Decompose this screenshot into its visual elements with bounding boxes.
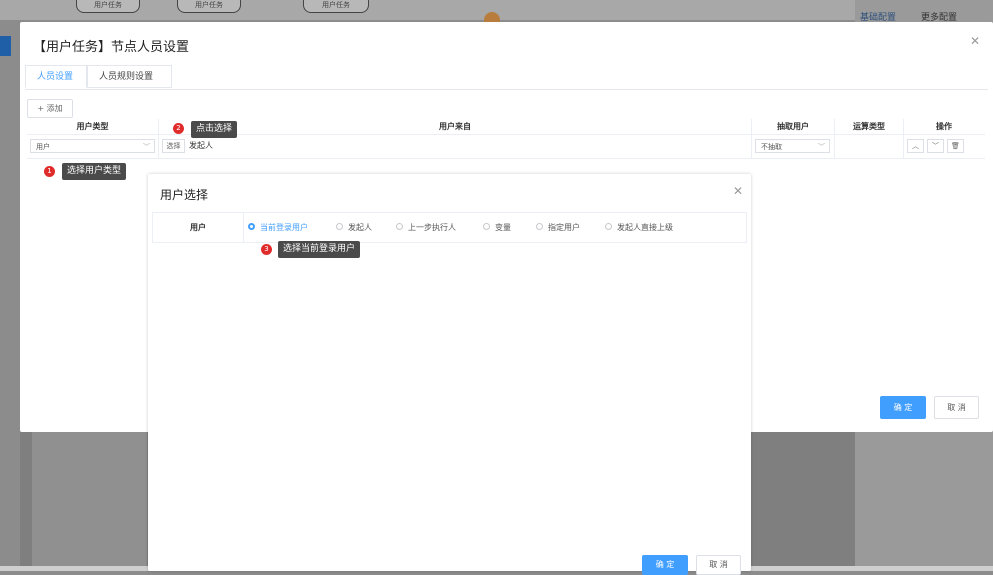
col-operation-type: 运算类型 (835, 119, 904, 134)
user-from-value: 发起人 (189, 141, 213, 150)
user-row-label: 用户 (153, 213, 244, 242)
radio-initiator-superior[interactable]: 发起人直接上级 (605, 223, 673, 232)
radio-dot-icon (248, 223, 255, 230)
dialog1-ok-button[interactable]: 确 定 (880, 396, 926, 419)
col-user-from: 用户来自 (159, 119, 752, 134)
extract-select[interactable]: 不抽取 ﹀ (755, 139, 830, 153)
radio-initiator[interactable]: 发起人 (336, 223, 372, 232)
tab-bar: 人员设置 人员规则设置 (25, 65, 988, 90)
tooltip-select-current-user: 选择当前登录用户 (278, 241, 361, 258)
step-badge-3: 3 (261, 244, 272, 255)
radio-dot-icon (336, 223, 343, 230)
radio-label: 指定用户 (548, 223, 580, 232)
table-header: 用户类型 用户来自 抽取用户 运算类型 操作 (27, 119, 985, 135)
cell-user-from: 选择 发起人 (159, 135, 752, 158)
bg-node-circle (484, 12, 500, 22)
radio-label: 发起人 (348, 223, 372, 232)
delete-button[interactable]: 🗑 (947, 139, 964, 153)
radio-dot-icon (605, 223, 612, 230)
bg-node-pill: 用户任务 (177, 0, 241, 13)
step-badge-1: 1 (44, 166, 55, 177)
table-row: 用户 ﹀ 选择 发起人 不抽取 ﹀ ︿ ﹀ 🗑 (27, 135, 985, 159)
radio-label: 上一步执行人 (408, 223, 456, 232)
tooltip-select-user-type: 选择用户类型 (62, 163, 127, 180)
chevron-down-icon: ﹀ (818, 143, 825, 151)
radio-dot-icon (396, 223, 403, 230)
cell-operation-type (835, 135, 904, 158)
select-user-button[interactable]: 选择 (162, 139, 185, 153)
add-button[interactable]: + 添加 (27, 99, 73, 118)
chevron-down-icon: ﹀ (932, 142, 939, 150)
user-type-value: 用户 (36, 143, 50, 151)
bg-canvas-panel (32, 432, 147, 571)
user-select-dialog: 用户选择 ✕ 用户 当前登录用户 发起人 上一步执行人 变量 指定用户 发起人直… (148, 174, 751, 575)
radio-label: 发起人直接上级 (617, 223, 673, 232)
user-table: 用户类型 用户来自 抽取用户 运算类型 操作 用户 ﹀ 选择 发起人 不抽取 ﹀ (27, 119, 985, 159)
bg-sidebar-marker (0, 36, 11, 56)
radio-current-user[interactable]: 当前登录用户 (248, 223, 308, 232)
radio-specified-user[interactable]: 指定用户 (536, 223, 580, 232)
dialog-title: 用户选择 (160, 188, 209, 202)
radio-dot-icon (483, 223, 490, 230)
bg-node-pill: 用户任务 (303, 0, 369, 13)
dialog1-cancel-button[interactable]: 取 消 (934, 396, 979, 419)
radio-label: 当前登录用户 (260, 223, 308, 232)
tab-user-settings[interactable]: 人员设置 (25, 65, 87, 88)
tooltip-click-select: 点击选择 (191, 121, 238, 138)
close-icon[interactable]: ✕ (733, 184, 743, 198)
trash-icon: 🗑 (951, 142, 960, 150)
move-up-button[interactable]: ︿ (907, 139, 924, 153)
radio-variable[interactable]: 变量 (483, 223, 511, 232)
dialog2-cancel-button[interactable]: 取 消 (696, 555, 741, 575)
bg-node-pill: 用户任务 (76, 0, 140, 13)
col-extract-user: 抽取用户 (752, 119, 835, 134)
radio-dot-icon (536, 223, 543, 230)
cell-extract: 不抽取 ﹀ (752, 135, 835, 158)
user-type-select[interactable]: 用户 ﹀ (30, 139, 155, 153)
dialog-title: 【用户任务】节点人员设置 (33, 40, 190, 55)
user-source-row: 用户 当前登录用户 发起人 上一步执行人 变量 指定用户 发起人直接上级 (152, 212, 747, 243)
chevron-up-icon: ︿ (912, 142, 919, 150)
radio-label: 变量 (495, 223, 511, 232)
extract-value: 不抽取 (761, 143, 782, 151)
col-user-type: 用户类型 (27, 119, 159, 134)
move-down-button[interactable]: ﹀ (927, 139, 944, 153)
dialog2-ok-button[interactable]: 确 定 (642, 555, 688, 575)
radio-previous-executor[interactable]: 上一步执行人 (396, 223, 456, 232)
tab-user-rule-settings[interactable]: 人员规则设置 (87, 65, 172, 88)
cell-user-type: 用户 ﹀ (27, 135, 159, 158)
chevron-down-icon: ﹀ (143, 143, 150, 151)
cell-actions: ︿ ﹀ 🗑 (904, 135, 984, 158)
close-icon[interactable]: ✕ (970, 34, 980, 48)
step-badge-2: 2 (173, 123, 184, 134)
col-actions: 操作 (936, 122, 952, 131)
